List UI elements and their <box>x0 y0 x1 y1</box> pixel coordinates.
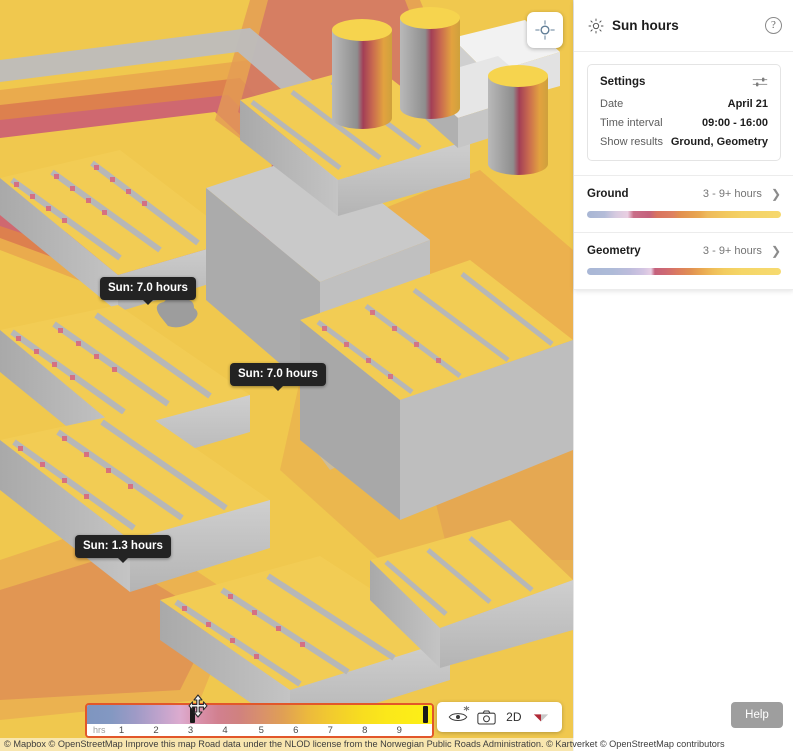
map-tooltip-sun-hours: Sun: 1.3 hours <box>75 535 171 563</box>
setting-row-show-results[interactable]: Show results Ground, Geometry <box>600 136 768 148</box>
chevron-right-icon[interactable]: ❯ <box>771 188 781 200</box>
view-mode-2d-button[interactable]: 2D <box>506 710 521 724</box>
compass-button[interactable] <box>531 709 551 725</box>
sun-hours-panel: Sun hours ? Settings Date April 21 Time … <box>574 0 793 290</box>
camera-icon <box>477 710 497 724</box>
layer-ground-row[interactable]: Ground 3 - 9+ hours ❯ <box>587 188 781 200</box>
setting-key: Date <box>600 98 624 110</box>
settings-header: Settings <box>600 75 768 89</box>
screenshot-button[interactable] <box>477 710 497 725</box>
legend-tick: 2 <box>153 725 159 736</box>
layer-name: Ground <box>587 188 629 200</box>
legend-tick: 9 <box>396 725 402 736</box>
sidebar: Sun hours ? Settings Date April 21 Time … <box>573 0 793 751</box>
setting-value: 09:00 - 16:00 <box>701 117 768 129</box>
legend-unit-label: hrs <box>93 725 106 735</box>
layer-ground-gradient-bar <box>587 211 781 218</box>
map-tooltip-sun-hours: Sun: 7.0 hours <box>100 277 196 305</box>
divider <box>574 289 793 290</box>
layer-geometry-row[interactable]: Geometry 3 - 9+ hours ❯ <box>587 245 781 257</box>
panel-header: Sun hours ? <box>574 0 793 52</box>
layer-range: 3 - 9+ hours <box>702 245 762 257</box>
layer-name: Geometry <box>587 245 641 257</box>
map-control-bar: 2D <box>437 702 562 732</box>
layer-geometry: Geometry 3 - 9+ hours ❯ <box>574 233 793 289</box>
setting-key: Time interval <box>600 117 663 129</box>
chevron-right-icon[interactable]: ❯ <box>771 245 781 257</box>
cylinder-tower-1 <box>332 19 392 129</box>
legend-tick: 3 <box>187 725 194 736</box>
setting-row-date[interactable]: Date April 21 <box>600 98 768 110</box>
cylinder-tower-3 <box>488 65 548 175</box>
legend-tick: 1 <box>118 725 125 736</box>
layer-range: 3 - 9+ hours <box>702 188 762 200</box>
layer-geometry-gradient-bar <box>587 268 781 275</box>
legend-tick: 7 <box>327 725 333 736</box>
settings-card: Settings Date April 21 Time interval 09:… <box>587 64 781 161</box>
map-attribution[interactable]: © Mapbox © OpenStreetMap Improve this ma… <box>0 738 793 751</box>
map-canvas[interactable]: Sun: 7.0 hours Sun: 7.0 hours Sun: 1.3 h… <box>0 0 573 751</box>
sun-hours-app: Sun: 7.0 hours Sun: 7.0 hours Sun: 1.3 h… <box>0 0 793 751</box>
settings-title: Settings <box>600 76 646 88</box>
setting-row-time-interval[interactable]: Time interval 09:00 - 16:00 <box>600 117 768 129</box>
setting-key: Show results <box>600 136 663 148</box>
legend-upper-handle[interactable] <box>423 706 429 723</box>
legend-tick: 6 <box>293 725 299 736</box>
help-button[interactable]: Help <box>731 702 783 728</box>
sun-icon <box>588 18 604 33</box>
legend-axis: hrs 1 2 3 4 5 6 7 8 9 <box>87 724 432 736</box>
setting-value: Ground, Geometry <box>670 136 768 148</box>
panel-title: Sun hours <box>612 18 679 33</box>
crosshair-target-icon <box>535 20 555 40</box>
question-mark-icon[interactable]: ? <box>765 17 782 34</box>
legend-tick: 5 <box>258 725 264 736</box>
legend-tick: 4 <box>222 725 228 736</box>
eye-icon <box>448 713 468 721</box>
cylinder-tower-2 <box>400 7 460 119</box>
map-tooltip-sun-hours: Sun: 7.0 hours <box>230 363 326 391</box>
recenter-map-button[interactable] <box>527 12 563 48</box>
sun-hours-legend-scale[interactable]: hrs 1 2 3 4 5 6 7 8 9 <box>85 703 434 738</box>
sliders-icon[interactable] <box>752 75 768 89</box>
compass-needle-icon <box>534 714 549 722</box>
setting-value: April 21 <box>727 98 768 110</box>
asterisk-badge-icon <box>463 705 470 712</box>
visibility-toggle-button[interactable] <box>448 705 470 724</box>
legend-lower-handle[interactable] <box>189 706 195 723</box>
legend-tick: 8 <box>362 725 368 736</box>
legend-color-gradient <box>87 705 432 724</box>
layer-ground: Ground 3 - 9+ hours ❯ <box>574 176 793 232</box>
